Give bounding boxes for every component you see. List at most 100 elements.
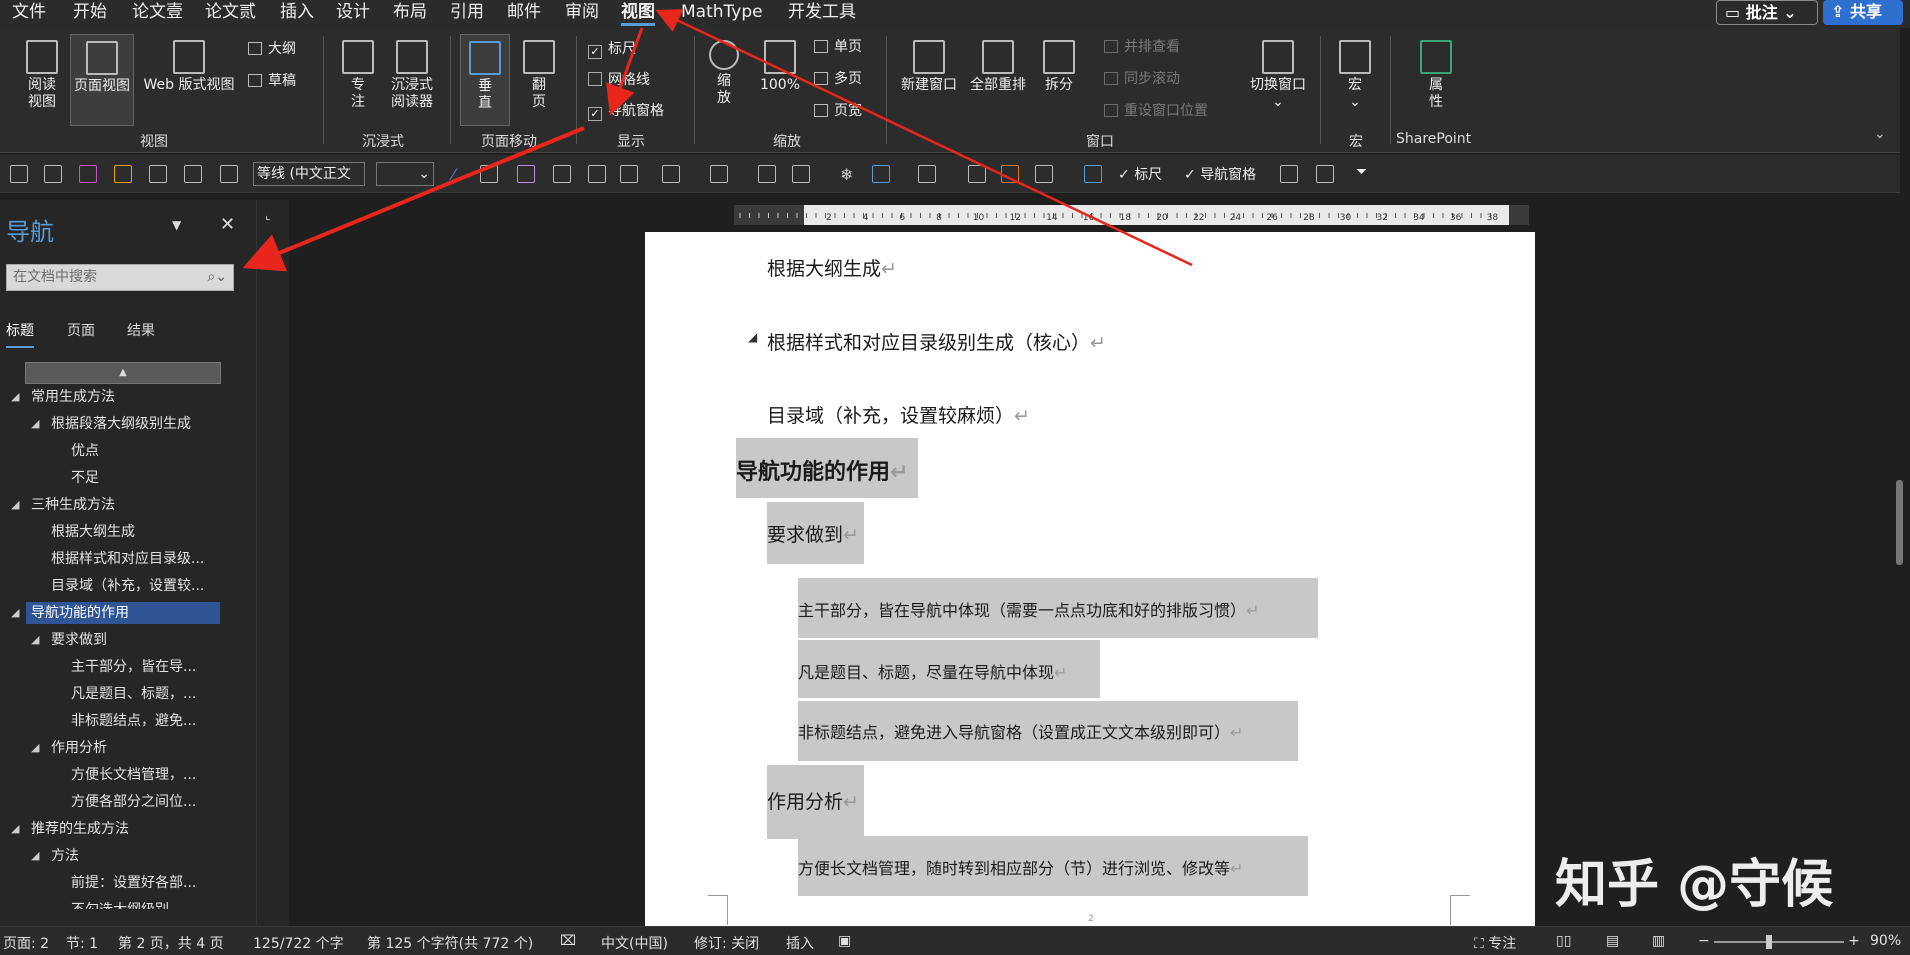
- status-page[interactable]: 页面: 2: [3, 933, 49, 953]
- expand-triangle-icon[interactable]: ◢: [31, 629, 39, 651]
- nav-heading[interactable]: 不勾选大纲级别...: [71, 899, 182, 909]
- split-button[interactable]: 拆分: [1036, 40, 1082, 94]
- scroll-up-button[interactable]: ▲: [25, 362, 221, 384]
- zoom-level[interactable]: 90%: [1870, 933, 1901, 949]
- menu-mailings[interactable]: 邮件: [507, 0, 541, 26]
- collapse-triangle-icon[interactable]: ◢: [748, 330, 757, 344]
- document-page[interactable]: 根据大纲生成↵ ◢ 根据样式和对应目录级别生成（核心）↵ 目录域（补充，设置较麻…: [645, 232, 1535, 926]
- menu-home[interactable]: 开始: [73, 0, 107, 26]
- status-language[interactable]: 中文(中国): [601, 933, 668, 953]
- zoom-out-button[interactable]: −: [1698, 933, 1710, 949]
- zoom-100-button[interactable]: 100%: [752, 40, 808, 94]
- navigation-pane-checkbox[interactable]: ✓ 导航窗格: [588, 102, 664, 121]
- nav-heading[interactable]: 根据大纲生成: [51, 521, 135, 543]
- document-icon[interactable]: [968, 165, 986, 183]
- status-track-changes[interactable]: 修订: 关闭: [694, 933, 759, 953]
- print-icon[interactable]: [184, 165, 202, 183]
- menu-paper2[interactable]: 论文贰: [205, 0, 256, 26]
- status-insert-mode[interactable]: 插入: [786, 933, 814, 953]
- zoom-slider-thumb[interactable]: [1766, 935, 1772, 949]
- nav-heading[interactable]: 凡是题目、标题，...: [71, 683, 196, 705]
- horizontal-ruler[interactable]: 2 4 6 8 10 12 14 16 18 20 22 24 26 28 30 32 34 36 38: [734, 205, 1529, 225]
- menu-insert[interactable]: 插入: [280, 0, 314, 26]
- menu-view[interactable]: 视图: [621, 0, 655, 26]
- nav-heading[interactable]: 常用生成方法: [31, 386, 115, 408]
- menu-review[interactable]: 审阅: [565, 0, 599, 26]
- focus-mode-button[interactable]: ⛶ 专注: [1474, 933, 1516, 953]
- accessibility-icon[interactable]: ▣: [838, 933, 851, 949]
- nav-heading[interactable]: 优点: [71, 440, 99, 462]
- nav-heading-selected[interactable]: 导航功能的作用: [26, 602, 220, 624]
- status-page-of[interactable]: 第 2 页，共 4 页: [118, 933, 224, 953]
- gridlines-checkbox[interactable]: 网格线: [588, 71, 650, 89]
- menu-references[interactable]: 引用: [450, 0, 484, 26]
- font-name-select[interactable]: 等线 (中文正文: [253, 162, 365, 186]
- multiple-pages-button[interactable]: 多页: [814, 70, 862, 88]
- expand-triangle-icon[interactable]: ◢: [11, 386, 19, 408]
- expand-triangle-icon[interactable]: ◢: [11, 494, 19, 516]
- customize-toolbar-icon[interactable]: ⏷: [1356, 164, 1367, 180]
- nav-options-icon[interactable]: ▼: [172, 218, 181, 232]
- calendar-icon[interactable]: [553, 165, 571, 183]
- open-folder-icon[interactable]: [44, 165, 62, 183]
- expand-triangle-icon[interactable]: ◢: [31, 845, 39, 867]
- navpane-qat-checkbox[interactable]: ✓ 导航窗格: [1184, 164, 1256, 184]
- tab-pages[interactable]: 页面: [67, 320, 95, 340]
- side-to-side-button[interactable]: 翻 页: [514, 40, 564, 111]
- nav-heading[interactable]: 作用分析: [51, 737, 107, 759]
- search-input[interactable]: 在文档中搜索 ⌕⌄: [6, 264, 234, 291]
- align-icon[interactable]: [588, 165, 606, 183]
- table-edit-icon[interactable]: [710, 165, 728, 183]
- nav-heading[interactable]: 不足: [71, 467, 99, 489]
- header-icon[interactable]: [1280, 165, 1298, 183]
- expand-triangle-icon[interactable]: ◢: [11, 818, 19, 840]
- warning-icon[interactable]: [114, 165, 132, 183]
- ruler-qat-checkbox[interactable]: ✓ 标尺: [1118, 164, 1162, 184]
- expand-triangle-icon[interactable]: ◢: [31, 413, 39, 435]
- expand-triangle-icon[interactable]: ◢: [31, 737, 39, 759]
- one-page-button[interactable]: 单页: [814, 38, 862, 56]
- search-icon[interactable]: ⌕⌄: [207, 265, 227, 290]
- copy-icon[interactable]: [1001, 165, 1019, 183]
- proofing-icon[interactable]: ⌧: [560, 933, 576, 949]
- immersive-reader-button[interactable]: 沉浸式 阅读器: [384, 40, 440, 111]
- new-document-icon[interactable]: [10, 165, 28, 183]
- vertical-scrollbar[interactable]: [1893, 232, 1905, 926]
- new-window-button[interactable]: 新建窗口: [896, 40, 962, 94]
- image-icon[interactable]: [1084, 165, 1102, 183]
- comments-button[interactable]: ▭ 批注 ⌄: [1716, 0, 1818, 25]
- focus-button[interactable]: 专 注: [336, 40, 380, 111]
- table-icon[interactable]: [662, 165, 680, 183]
- menu-design[interactable]: 设计: [336, 0, 370, 26]
- draft-button[interactable]: 草稿: [248, 72, 296, 90]
- menu-developer[interactable]: 开发工具: [788, 0, 856, 26]
- style-icon[interactable]: [620, 165, 638, 183]
- macros-button[interactable]: 宏 ⌄: [1332, 40, 1378, 111]
- vertical-button[interactable]: 垂 直: [460, 34, 510, 126]
- status-word-count[interactable]: 125/722 个字: [253, 933, 344, 953]
- chart-icon[interactable]: [1316, 165, 1334, 183]
- picture-icon[interactable]: [517, 165, 535, 183]
- format-icon[interactable]: [149, 165, 167, 183]
- web-layout-icon[interactable]: ▥: [1652, 933, 1665, 949]
- web-layout-button[interactable]: Web 版式视图: [138, 40, 240, 94]
- nav-heading[interactable]: 目录域（补充，设置较...: [51, 575, 204, 597]
- status-char-count[interactable]: 第 125 个字符(共 772 个): [367, 933, 533, 953]
- nav-heading[interactable]: 根据段落大纲级别生成: [51, 413, 191, 435]
- zoom-in-button[interactable]: +: [1848, 933, 1860, 949]
- menu-mathtype[interactable]: MathType: [681, 0, 763, 26]
- nav-heading[interactable]: 推荐的生成方法: [31, 818, 129, 840]
- scrollbar-thumb[interactable]: [1896, 480, 1903, 565]
- print-preview-icon[interactable]: [220, 165, 238, 183]
- nav-heading[interactable]: 方法: [51, 845, 79, 867]
- list-icon[interactable]: [872, 165, 890, 183]
- tab-results[interactable]: 结果: [127, 320, 155, 340]
- nav-heading[interactable]: 非标题结点，避免...: [71, 710, 196, 732]
- reset-window-position-button[interactable]: 重设窗口位置: [1104, 102, 1208, 120]
- print-layout-icon[interactable]: ▤: [1606, 933, 1619, 949]
- nav-heading[interactable]: 方便长文档管理，...: [71, 764, 196, 786]
- read-mode-icon[interactable]: ▯▯: [1556, 933, 1571, 949]
- save-icon[interactable]: [79, 165, 97, 183]
- nav-heading[interactable]: 前提：设置好各部...: [71, 872, 196, 894]
- collapse-ribbon-icon[interactable]: ⌄: [1874, 126, 1886, 142]
